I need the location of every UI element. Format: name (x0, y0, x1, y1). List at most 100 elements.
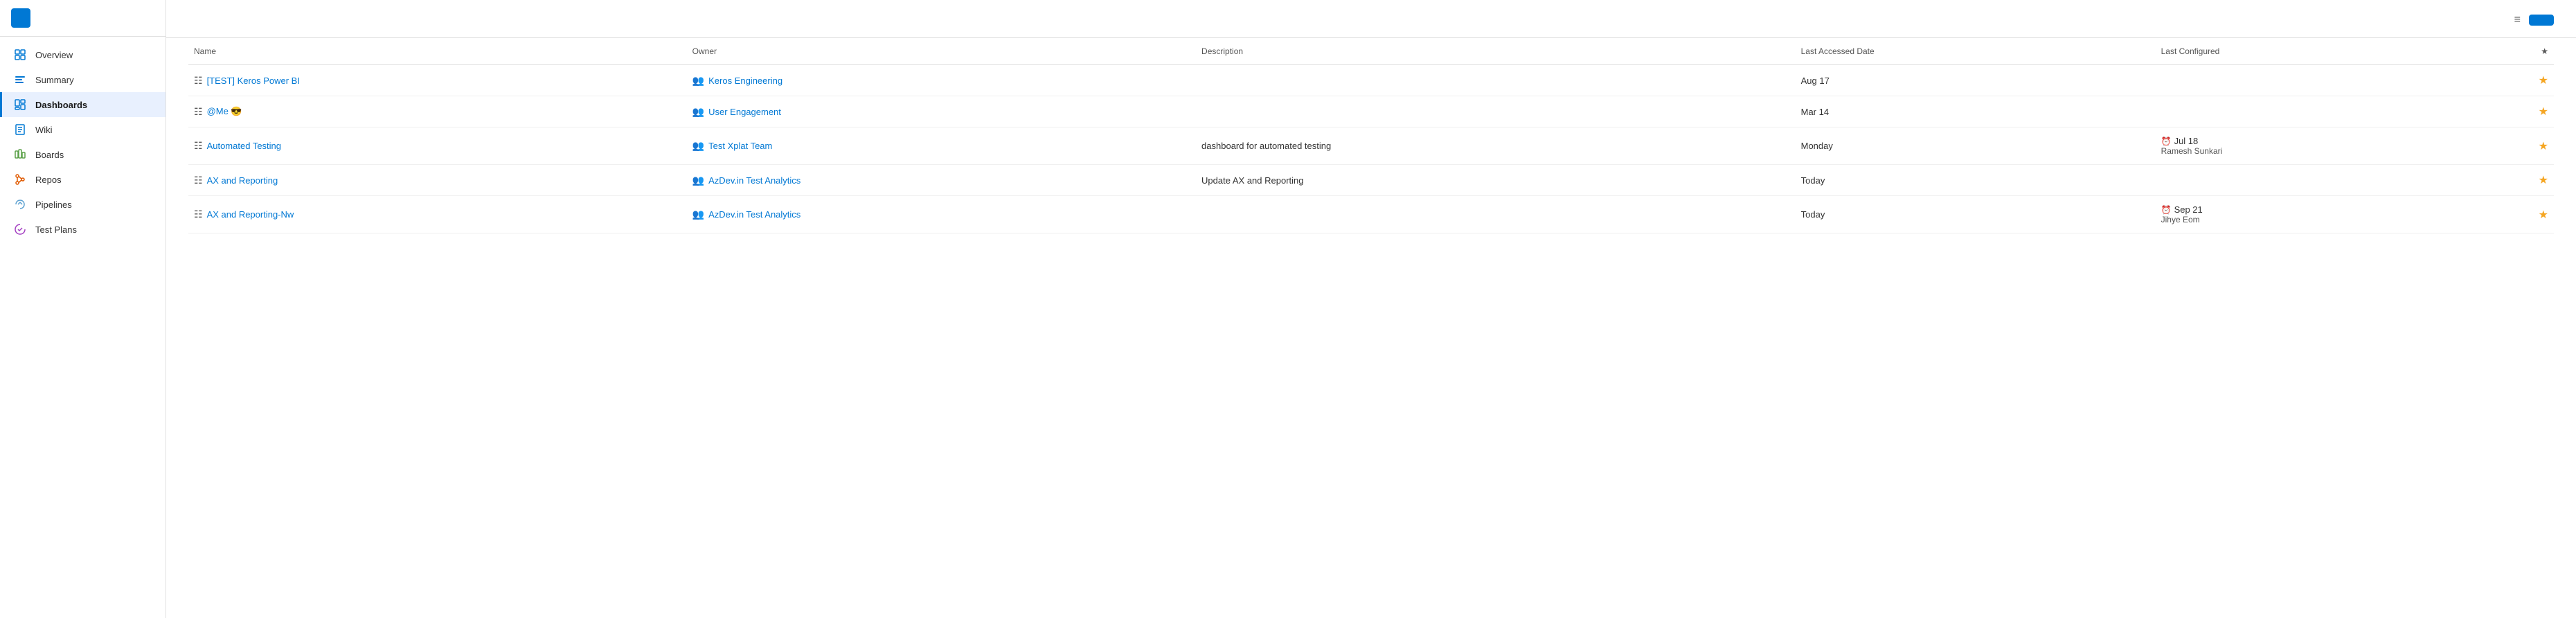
summary-icon (13, 73, 27, 87)
dashboard-link[interactable]: ☷ Automated Testing (194, 140, 681, 152)
dashboard-icon: ☷ (194, 106, 203, 118)
sidebar: Overview Summary Dashboards Wiki Boards Repos… (0, 0, 166, 618)
last-configured-cell: ⏰Sep 21Jihye Eom (2156, 196, 2465, 233)
col-name: Name (188, 38, 687, 65)
sidebar-item-label-repos: Repos (35, 175, 62, 185)
filter-icon[interactable]: ≡ (2514, 14, 2521, 26)
boards-icon (13, 148, 27, 161)
dashboards-table: Name Owner Description Last Accessed Dat… (188, 38, 2554, 233)
description-cell (1196, 196, 1796, 233)
sidebar-item-boards[interactable]: Boards (0, 142, 166, 167)
description-cell: dashboard for automated testing (1196, 127, 1796, 165)
main-content: ≡ Name Owner Description Last Accessed D… (166, 0, 2576, 618)
testplans-icon (13, 222, 27, 236)
sidebar-item-testplans[interactable]: Test Plans (0, 217, 166, 242)
team-icon: 👥 (692, 209, 704, 220)
sidebar-item-label-pipelines: Pipelines (35, 200, 72, 210)
description-cell (1196, 96, 1796, 127)
table-row: ☷AX and Reporting-Nw 👥 AzDev.in Test Analy… (188, 196, 2554, 233)
team-icon: 👥 (692, 75, 704, 87)
owner-cell: 👥 Keros Engineering (687, 65, 1196, 96)
star-cell: ★ (2465, 65, 2554, 96)
dashboard-name-cell: ☷@Me 😎 (188, 96, 687, 127)
last-configured-cell: ⏰Jul 18Ramesh Sunkari (2156, 127, 2465, 165)
col-owner: Owner (687, 38, 1196, 65)
sidebar-item-pipelines[interactable]: Pipelines (0, 192, 166, 217)
team-icon: 👥 (692, 175, 704, 186)
dashboard-name: Automated Testing (207, 141, 281, 151)
owner-cell: 👥User Engagement (687, 96, 1196, 127)
dashboard-icon: ☷ (194, 140, 203, 152)
star-button[interactable]: ★ (2539, 175, 2548, 186)
main-header: ≡ (166, 0, 2576, 38)
sidebar-item-repos[interactable]: Repos (0, 167, 166, 192)
sidebar-header (0, 0, 166, 37)
dashboard-name: AX and Reporting (207, 175, 278, 186)
table-row: ☷ AX and Reporting 👥 AzDev.in Test Analytic… (188, 165, 2554, 196)
star-cell: ★ (2465, 196, 2554, 233)
app-logo (11, 8, 30, 28)
sidebar-item-label-boards: Boards (35, 150, 64, 160)
new-dashboard-button[interactable] (2529, 15, 2554, 26)
star-cell: ★ (2465, 127, 2554, 165)
dashboard-name-cell: ☷ [TEST] Keros Power BI (188, 65, 687, 96)
owner-name: AzDev.in Test Analytics (708, 175, 800, 186)
dashboard-name-cell: ☷ AX and Reporting (188, 165, 687, 196)
last-configured-cell (2156, 165, 2465, 196)
dashboard-name: AX and Reporting-Nw (207, 209, 294, 220)
header-actions: ≡ (2514, 14, 2554, 26)
owner-name: Test Xplat Team (708, 141, 772, 151)
sidebar-nav: Overview Summary Dashboards Wiki Boards Repos… (0, 37, 166, 618)
clock-icon: ⏰ (2161, 205, 2172, 215)
wiki-icon (13, 123, 27, 136)
star-button[interactable]: ★ (2539, 209, 2548, 221)
owner-name: Keros Engineering (708, 76, 782, 86)
sidebar-item-dashboards[interactable]: Dashboards (0, 92, 166, 117)
owner-cell: 👥 Test Xplat Team (687, 127, 1196, 165)
dashboard-link[interactable]: ☷ AX and Reporting (194, 175, 681, 186)
last-accessed-cell: Monday (1796, 127, 2156, 165)
pipelines-icon (13, 197, 27, 211)
sidebar-item-label-dashboards: Dashboards (35, 100, 87, 110)
dashboards-table-container: Name Owner Description Last Accessed Dat… (166, 38, 2576, 618)
last-accessed-cell: Today (1796, 165, 2156, 196)
last-accessed-cell: Today (1796, 196, 2156, 233)
col-description: Description (1196, 38, 1796, 65)
configured-date: Jul 18 (2174, 136, 2199, 146)
table-row: ☷ Automated Testing 👥 Test Xplat Team dashbo… (188, 127, 2554, 165)
team-icon: 👥 (692, 140, 704, 152)
last-configured-cell (2156, 96, 2465, 127)
dashboard-icon: ☷ (194, 75, 203, 87)
dashboard-link[interactable]: ☷@Me 😎 (194, 106, 681, 118)
sidebar-item-overview[interactable]: Overview (0, 42, 166, 67)
table-row: ☷@Me 😎 👥User Engagement Mar 14 ★ (188, 96, 2554, 127)
col-last-configured: Last Configured (2156, 38, 2465, 65)
repos-icon (13, 173, 27, 186)
sidebar-item-summary[interactable]: Summary (0, 67, 166, 92)
clock-icon: ⏰ (2161, 136, 2172, 146)
table-row: ☷ [TEST] Keros Power BI 👥 Keros Engineering… (188, 65, 2554, 96)
configured-user: Jihye Eom (2161, 215, 2459, 224)
configured-date: Sep 21 (2174, 204, 2203, 215)
star-cell: ★ (2465, 96, 2554, 127)
last-accessed-cell: Mar 14 (1796, 96, 2156, 127)
dashboard-name: [TEST] Keros Power BI (207, 76, 300, 86)
sidebar-item-label-overview: Overview (35, 50, 73, 60)
owner-cell: 👥 AzDev.in Test Analytics (687, 196, 1196, 233)
overview-icon (13, 48, 27, 62)
sidebar-item-label-wiki: Wiki (35, 125, 53, 135)
last-accessed-cell: Aug 17 (1796, 65, 2156, 96)
last-configured-cell (2156, 65, 2465, 96)
owner-name: AzDev.in Test Analytics (708, 209, 800, 220)
star-button[interactable]: ★ (2539, 141, 2548, 152)
configured-user: Ramesh Sunkari (2161, 146, 2459, 156)
dashboard-link[interactable]: ☷AX and Reporting-Nw (194, 209, 681, 220)
owner-cell: 👥 AzDev.in Test Analytics (687, 165, 1196, 196)
sidebar-item-label-testplans: Test Plans (35, 224, 77, 235)
sidebar-item-wiki[interactable]: Wiki (0, 117, 166, 142)
dashboard-link[interactable]: ☷ [TEST] Keros Power BI (194, 75, 681, 87)
dashboard-name-cell: ☷ Automated Testing (188, 127, 687, 165)
star-button[interactable]: ★ (2539, 75, 2548, 87)
star-button[interactable]: ★ (2539, 106, 2548, 118)
dashboard-icon: ☷ (194, 175, 203, 186)
